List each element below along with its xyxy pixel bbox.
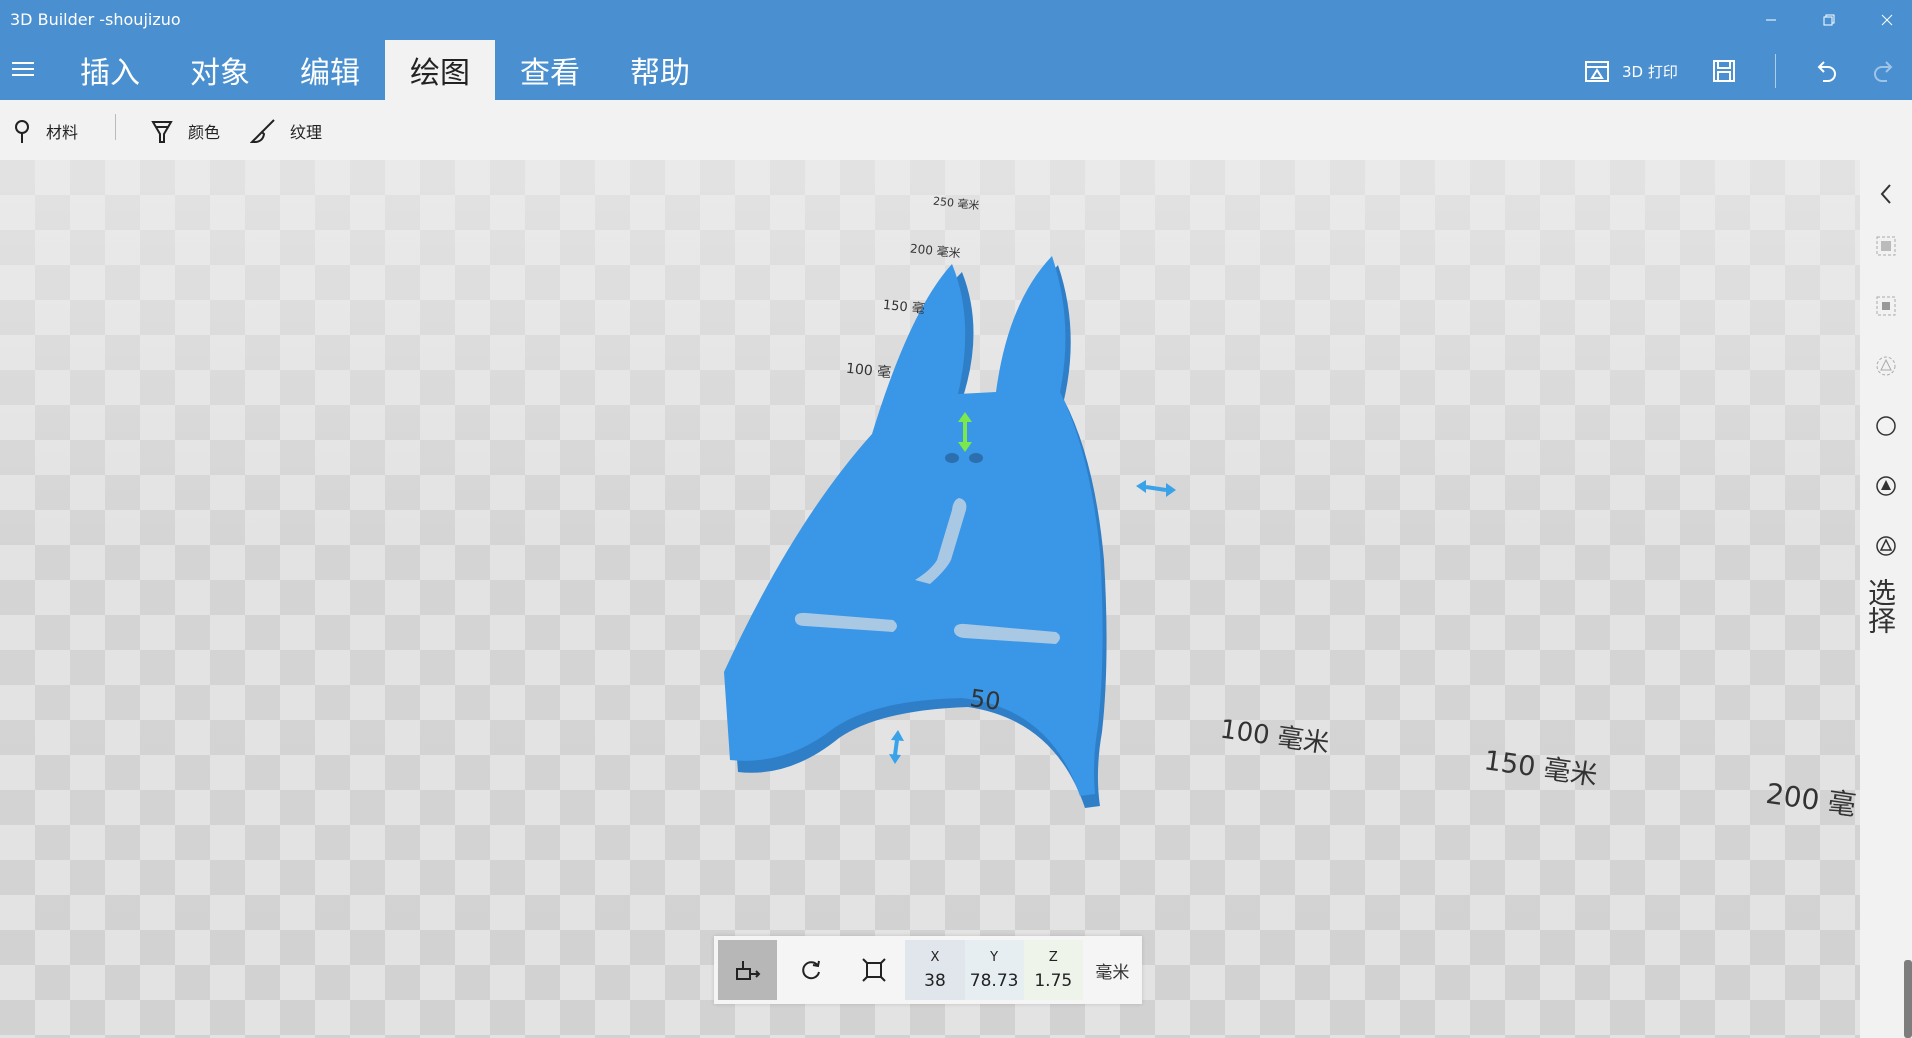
scene-canvas [724, 256, 1176, 808]
y-coordinate-field[interactable]: Y 78.73 [964, 940, 1024, 1000]
redo-button[interactable] [1872, 54, 1898, 88]
color-label: 颜色 [188, 123, 221, 142]
move-icon [735, 961, 760, 980]
select-outline-button[interactable] [1874, 534, 1898, 558]
restore-button[interactable] [1806, 4, 1852, 36]
texture-tool[interactable]: 纹理 [250, 116, 322, 146]
select-object-icon [1876, 236, 1896, 256]
grid-label: 50 [968, 684, 1003, 716]
printer-icon [1585, 61, 1609, 82]
selection-panel-label: 选择 [1864, 578, 1897, 634]
pin-icon [15, 120, 29, 143]
undo-icon [1817, 61, 1836, 82]
3d-print-button[interactable]: 3D 打印 [1584, 54, 1678, 88]
select-objects-button[interactable] [1874, 234, 1898, 258]
move-depth-gizmo[interactable] [889, 730, 904, 764]
rotate-button[interactable] [781, 940, 840, 1000]
window-title: 3D Builder -shoujizuo [10, 10, 181, 29]
tab-object[interactable]: 对象 [165, 40, 275, 100]
close-icon [1881, 14, 1893, 26]
tab-help[interactable]: 帮助 [605, 40, 715, 100]
ribbon: 3D Builder -shoujizuo 插入 对象 编辑 绘图 查看 帮助 … [0, 0, 1912, 100]
color-tool[interactable]: 颜色 [150, 116, 220, 146]
eye-hole-right [969, 453, 983, 463]
minimize-button[interactable] [1748, 4, 1794, 36]
select-triangles-button[interactable] [1874, 354, 1898, 378]
move-button[interactable] [718, 940, 778, 1000]
panel-scrollbar[interactable] [1904, 960, 1912, 1038]
z-label: Z [1048, 949, 1058, 965]
paint-toolbar: 材料 颜色 纹理 [0, 100, 1912, 160]
ribbon-divider [1775, 54, 1776, 88]
z-value: 1.75 [1034, 970, 1073, 991]
save-icon [1713, 60, 1735, 82]
paint-bucket-icon [151, 121, 173, 143]
x-label: X [930, 949, 940, 965]
3d-viewport[interactable]: 250 毫米 200 毫米 150 毫 100 毫 50 100 毫米 150 … [0, 160, 1860, 1038]
undo-button[interactable] [1812, 54, 1838, 88]
circle-icon [1876, 416, 1896, 436]
phone-stand-model[interactable] [724, 256, 1107, 808]
eye-hole-left [945, 453, 959, 463]
y-label: Y [990, 949, 999, 965]
tab-view[interactable]: 查看 [495, 40, 605, 100]
tab-insert[interactable]: 插入 [55, 40, 165, 100]
rotate-icon [801, 960, 820, 980]
selection-panel: 选择 [1860, 160, 1912, 1038]
tab-paint[interactable]: 绘图 [385, 40, 495, 100]
close-button[interactable] [1864, 4, 1910, 36]
scale-button[interactable] [844, 940, 903, 1000]
select-face-icon [1876, 296, 1896, 316]
scale-icon [862, 958, 886, 982]
select-circle-button[interactable] [1874, 414, 1898, 438]
select-faces-button[interactable] [1874, 294, 1898, 318]
texture-label: 纹理 [290, 123, 323, 142]
material-label: 材料 [46, 123, 79, 142]
transform-toolbar: X 38 Y 78.73 Z 1.75 毫米 [714, 936, 1142, 1004]
x-value: 38 [924, 970, 946, 991]
redo-icon [1874, 61, 1893, 82]
tab-edit[interactable]: 编辑 [275, 40, 385, 100]
unit-selector[interactable]: 毫米 [1083, 940, 1142, 1000]
restore-icon [1823, 14, 1835, 26]
collapse-panel-button[interactable] [1874, 182, 1898, 206]
minimize-icon [1766, 19, 1776, 21]
x-coordinate-field[interactable]: X 38 [905, 940, 965, 1000]
shape-select-icon [1876, 476, 1896, 496]
select-shape-button[interactable] [1874, 474, 1898, 498]
toolbar-divider [115, 114, 116, 140]
select-triangle-icon [1876, 356, 1896, 376]
z-coordinate-field[interactable]: Z 1.75 [1023, 940, 1083, 1000]
outline-triangle-icon [1876, 536, 1896, 556]
paintbrush-icon [250, 119, 275, 143]
save-button[interactable] [1712, 54, 1736, 88]
3d-print-label: 3D 打印 [1622, 62, 1678, 81]
chevron-left-icon [1880, 184, 1891, 204]
menu-icon[interactable] [12, 62, 34, 76]
material-tool[interactable]: 材料 [12, 116, 78, 146]
move-horizontal-gizmo[interactable] [1136, 480, 1176, 497]
y-value: 78.73 [969, 970, 1019, 991]
